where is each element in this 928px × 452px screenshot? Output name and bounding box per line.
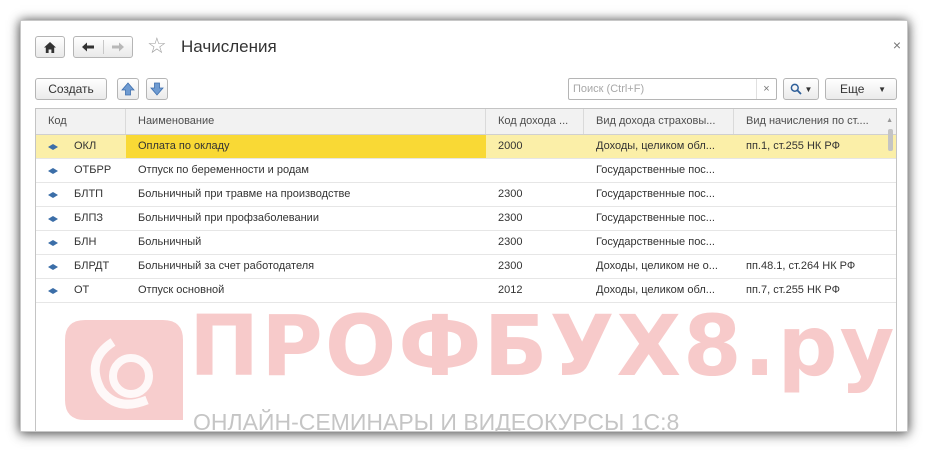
row-code: ОТБРР [74,164,112,176]
history-navigation [73,36,133,58]
home-button[interactable] [35,36,65,58]
watermark-subtitle: ОНЛАЙН-СЕМИНАРЫ И ВИДЕОКУРСЫ 1С:8 [193,409,680,432]
forward-button[interactable] [104,37,133,57]
arrow-down-icon [150,82,164,96]
table-cell-code: БЛН [36,231,126,254]
table-row[interactable]: ОТБРР Отпуск по беременности и родам Госуд… [36,159,896,183]
title-bar: ☆ Начисления × [21,21,907,73]
row-code: БЛРДТ [74,260,110,272]
table-row[interactable]: БЛТП Больничный при травме на производств… [36,183,896,207]
row-item-icon [48,239,58,246]
table-cell-accrual-type [734,231,882,254]
column-header-code[interactable]: Код [36,109,126,134]
table-cell-name: Больничный за счет работодателя [138,260,315,272]
table-cell-code: БЛПЗ [36,207,126,230]
watermark-brand: ПРОФБУХ8.ру [189,297,897,395]
row-code: ОТ [74,284,90,296]
table-cell-income-type: Государственные пос... [596,212,715,224]
table-cell-income-code [486,159,584,182]
arrow-right-icon [111,42,124,52]
search-options-button[interactable]: ▼ [783,78,819,100]
arrow-left-icon [82,42,95,52]
more-button[interactable]: Еще ▼ [825,78,897,100]
table-cell-accrual-type: пп.1, ст.255 НК РФ [746,140,840,152]
table-cell-income-type: Государственные пос... [596,188,715,200]
column-header-accrual-type[interactable]: Вид начисления по ст.... [734,109,882,134]
page-title: Начисления [181,37,277,56]
table-row[interactable]: ОКЛ Оплата по окладу 2000 Доходы, целиком о… [36,135,896,159]
table-cell-income-code: 2000 [498,140,523,152]
close-icon[interactable]: × [893,37,901,53]
chevron-down-icon: ▼ [804,84,813,94]
search-field: × [568,78,777,100]
table-cell-accrual-type [734,183,882,206]
table-cell-accrual-type: пп.48.1, ст.264 НК РФ [746,260,856,272]
table-cell-code: БЛТП [36,183,126,206]
accruals-window: ☆ Начисления × Создать × ▼ Еще ▼ Код Наи… [20,20,908,432]
table-cell-income-code: 2300 [498,236,523,248]
table-cell-income-type: Государственные пос... [596,164,715,176]
table-cell-income-code: 2300 [498,212,523,224]
move-down-button[interactable] [146,78,168,100]
column-header-income-code[interactable]: Код дохода ... [486,109,584,134]
row-item-icon [48,167,58,174]
table-row[interactable]: БЛРДТ Больничный за счет работодателя 2300… [36,255,896,279]
table-cell-name: Оплата по окладу [126,135,486,158]
table-cell-income-type: Государственные пос... [596,236,715,248]
favorite-star-icon[interactable]: ☆ [147,33,167,59]
column-header-income-type[interactable]: Вид дохода страховы... [584,109,734,134]
row-code: БЛН [74,236,97,248]
row-code: БЛПЗ [74,212,103,224]
row-code: БЛТП [74,188,104,200]
table-cell-income-code: 2300 [498,260,523,272]
arrow-up-icon [121,82,135,96]
table-cell-accrual-type [734,159,882,182]
table-cell-code: БЛРДТ [36,255,126,278]
chevron-down-icon: ▼ [878,84,886,94]
table-row[interactable]: БЛПЗ Больничный при профзаболевании 2300 Го… [36,207,896,231]
row-item-icon [48,263,58,270]
table-cell-code: ОТ [36,279,126,302]
watermark-logo [65,320,183,420]
table-cell-accrual-type [734,207,882,230]
row-item-icon [48,143,58,150]
home-icon [44,41,56,53]
move-up-button[interactable] [117,78,139,100]
clear-search-icon[interactable]: × [756,79,776,99]
table-cell-code: ОТБРР [36,159,126,182]
row-code: ОКЛ [74,140,97,152]
row-item-icon [48,215,58,222]
table-cell-name: Отпуск по беременности и родам [138,164,309,176]
vertical-scrollbar[interactable]: ▲ [884,117,896,309]
row-item-icon [48,287,58,294]
table-body: ОКЛ Оплата по окладу 2000 Доходы, целиком о… [36,135,896,303]
magnifier-icon [790,83,802,95]
table-cell-code: ОКЛ [36,135,126,158]
more-button-label: Еще [840,82,865,96]
create-button[interactable]: Создать [35,78,107,100]
search-input[interactable] [569,79,756,99]
back-button[interactable] [74,37,103,57]
table-cell-income-code: 2300 [498,188,523,200]
table-cell-name: Больничный при профзаболевании [138,212,319,224]
scroll-up-icon[interactable]: ▲ [886,117,893,124]
table-cell-income-type: Доходы, целиком обл... [596,140,715,152]
table-header: Код Наименование Код дохода ... Вид дохо… [36,109,896,135]
table-cell-name: Больничный [138,236,202,248]
scrollbar-thumb[interactable] [888,129,893,151]
table-row[interactable]: БЛН Больничный 2300 Государственные пос... [36,231,896,255]
column-header-name[interactable]: Наименование [126,109,486,134]
row-item-icon [48,191,58,198]
table-cell-income-type: Доходы, целиком не о... [596,260,718,272]
table-cell-name: Больничный при травме на производстве [138,188,351,200]
